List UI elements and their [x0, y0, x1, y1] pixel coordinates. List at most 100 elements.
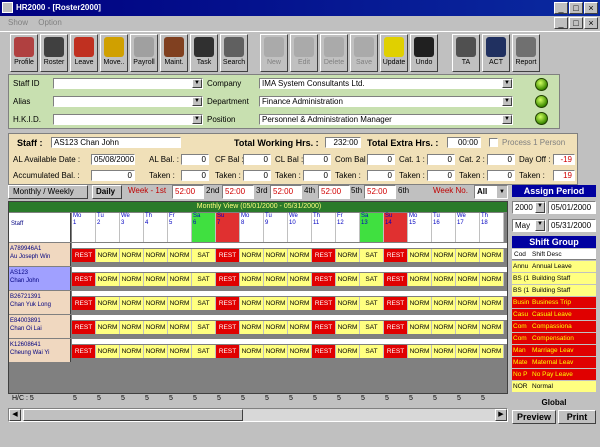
chevron-down-icon[interactable]: ▼ — [192, 79, 202, 88]
chevron-down-icon[interactable]: ▼ — [502, 115, 512, 124]
day-header[interactable]: Mo 8 — [240, 213, 264, 242]
staff-id-combo[interactable]: ▼ — [53, 78, 203, 89]
staff-row-header[interactable]: A789946A1 Au Joseph Win — [9, 243, 71, 266]
shift-cell[interactable]: REST — [384, 297, 408, 310]
day-header[interactable]: We 3 — [120, 213, 144, 242]
day-header[interactable]: Tu 9 — [264, 213, 288, 242]
chevron-down-icon[interactable]: ▼ — [192, 115, 202, 124]
shift-cell[interactable]: NORM — [96, 321, 120, 334]
shift-cell[interactable]: NORM — [144, 249, 168, 262]
shift-cell[interactable]: REST — [312, 297, 336, 310]
shift-cell[interactable]: NORM — [432, 273, 456, 286]
shift-cell[interactable]: NORM — [336, 321, 360, 334]
day-header[interactable]: Th 11 — [312, 213, 336, 242]
shift-cell[interactable]: NORM — [456, 249, 480, 262]
staff-row-header[interactable]: K12608641 Cheung Wai Yi — [9, 339, 71, 362]
shift-cell[interactable]: NORM — [264, 321, 288, 334]
hkid-combo[interactable]: ▼ — [53, 114, 203, 125]
shift-cell[interactable]: NORM — [240, 273, 264, 286]
shift-cell[interactable]: NORM — [288, 297, 312, 310]
shift-cell[interactable]: NORM — [168, 345, 192, 358]
shift-cell[interactable]: NORM — [480, 273, 504, 286]
shift-cell[interactable]: NORM — [408, 249, 432, 262]
shift-cell[interactable]: REST — [72, 321, 96, 334]
shift-cell[interactable]: NORM — [144, 345, 168, 358]
chevron-down-icon[interactable]: ▼ — [497, 186, 507, 198]
shift-cell[interactable]: NORM — [240, 297, 264, 310]
shift-cell[interactable]: REST — [72, 345, 96, 358]
shift-cell[interactable]: NORM — [408, 273, 432, 286]
menu-option[interactable]: Option — [38, 18, 62, 27]
shift-cell[interactable]: NORM — [408, 345, 432, 358]
toolbar-roster-button[interactable]: Roster — [40, 34, 68, 72]
staff-row-header[interactable]: E84003891 Chan Oi Lai — [9, 315, 71, 338]
shift-cell[interactable]: NORM — [264, 345, 288, 358]
day-header[interactable]: We 10 — [288, 213, 312, 242]
shift-cell[interactable]: REST — [384, 321, 408, 334]
shift-cell[interactable]: NORM — [96, 249, 120, 262]
shift-cell[interactable]: NORM — [168, 273, 192, 286]
shift-cell[interactable]: NORM — [480, 345, 504, 358]
toolbar-leave-button[interactable]: Leave — [70, 34, 98, 72]
toolbar-payroll-button[interactable]: Payroll — [130, 34, 158, 72]
month-select[interactable]: May ▼ — [512, 219, 546, 232]
shift-cell[interactable]: NORM — [288, 345, 312, 358]
shift-cell[interactable]: NORM — [456, 273, 480, 286]
shift-cell[interactable]: NORM — [120, 249, 144, 262]
shift-group-row[interactable]: NOR Normal — [512, 381, 596, 392]
shift-cell[interactable]: NORM — [480, 297, 504, 310]
shift-group-row[interactable]: Busin Business Trip — [512, 297, 596, 308]
period-from[interactable]: 05/01/2000 — [548, 201, 596, 214]
shift-cell[interactable]: REST — [384, 345, 408, 358]
day-header[interactable]: Mo 1 — [72, 213, 96, 242]
shift-cell[interactable]: SAT — [360, 249, 384, 262]
toolbar-act-button[interactable]: ACT — [482, 34, 510, 72]
shift-cell[interactable]: NORM — [144, 321, 168, 334]
position-combo[interactable]: Personnel & Administration Manager ▼ — [259, 114, 513, 125]
toolbar-delete-button[interactable]: Delete — [320, 34, 348, 72]
shift-cell[interactable]: NORM — [432, 249, 456, 262]
shift-cell[interactable]: NORM — [408, 321, 432, 334]
shift-cell[interactable]: REST — [312, 249, 336, 262]
shift-cell[interactable]: NORM — [480, 321, 504, 334]
toolbar-profile-button[interactable]: Profile — [10, 34, 38, 72]
shift-cell[interactable]: NORM — [240, 249, 264, 262]
shift-cell[interactable]: REST — [384, 249, 408, 262]
alias-combo[interactable]: ▼ — [53, 96, 203, 107]
day-header[interactable]: Mo 15 — [408, 213, 432, 242]
shift-cell[interactable]: NORM — [120, 321, 144, 334]
scroll-thumb[interactable] — [23, 409, 243, 421]
chevron-down-icon[interactable]: ▼ — [535, 202, 545, 213]
shift-cell[interactable]: NORM — [240, 321, 264, 334]
day-header[interactable]: Su 7 — [216, 213, 240, 242]
maximize-button[interactable]: □ — [569, 2, 583, 14]
day-header[interactable]: Su 14 — [384, 213, 408, 242]
toolbar-save-button[interactable]: Save — [350, 34, 378, 72]
shift-cell[interactable]: NORM — [168, 297, 192, 310]
toolbar-undo-button[interactable]: Undo — [410, 34, 438, 72]
menu-show[interactable]: Show — [8, 18, 28, 27]
toolbar-ta-button[interactable]: TA — [452, 34, 480, 72]
day-header[interactable]: Sa 6 — [192, 213, 216, 242]
daily-tab[interactable]: Daily — [92, 185, 122, 199]
shift-cell[interactable]: NORM — [288, 249, 312, 262]
shift-cell[interactable]: NORM — [456, 297, 480, 310]
day-header[interactable]: Th 4 — [144, 213, 168, 242]
shift-cell[interactable]: NORM — [432, 297, 456, 310]
day-header[interactable]: Fr 5 — [168, 213, 192, 242]
print-button[interactable]: Print — [558, 410, 596, 424]
shift-group-row[interactable]: Com Compassiona — [512, 321, 596, 332]
shift-cell[interactable]: NORM — [264, 297, 288, 310]
day-header[interactable]: Tu 2 — [96, 213, 120, 242]
shift-group-row[interactable]: BS (1 Building Staff — [512, 273, 596, 284]
close-button[interactable]: × — [584, 2, 598, 14]
shift-cell[interactable]: NORM — [336, 249, 360, 262]
shift-cell[interactable]: NORM — [120, 273, 144, 286]
shift-cell[interactable]: NORM — [432, 321, 456, 334]
toolbar-edit-button[interactable]: Edit — [290, 34, 318, 72]
day-header[interactable]: Fr 12 — [336, 213, 360, 242]
chevron-down-icon[interactable]: ▼ — [535, 220, 545, 231]
toolbar-update-button[interactable]: Update — [380, 34, 408, 72]
shift-cell[interactable]: NORM — [480, 249, 504, 262]
toolbar-search-button[interactable]: Search — [220, 34, 248, 72]
